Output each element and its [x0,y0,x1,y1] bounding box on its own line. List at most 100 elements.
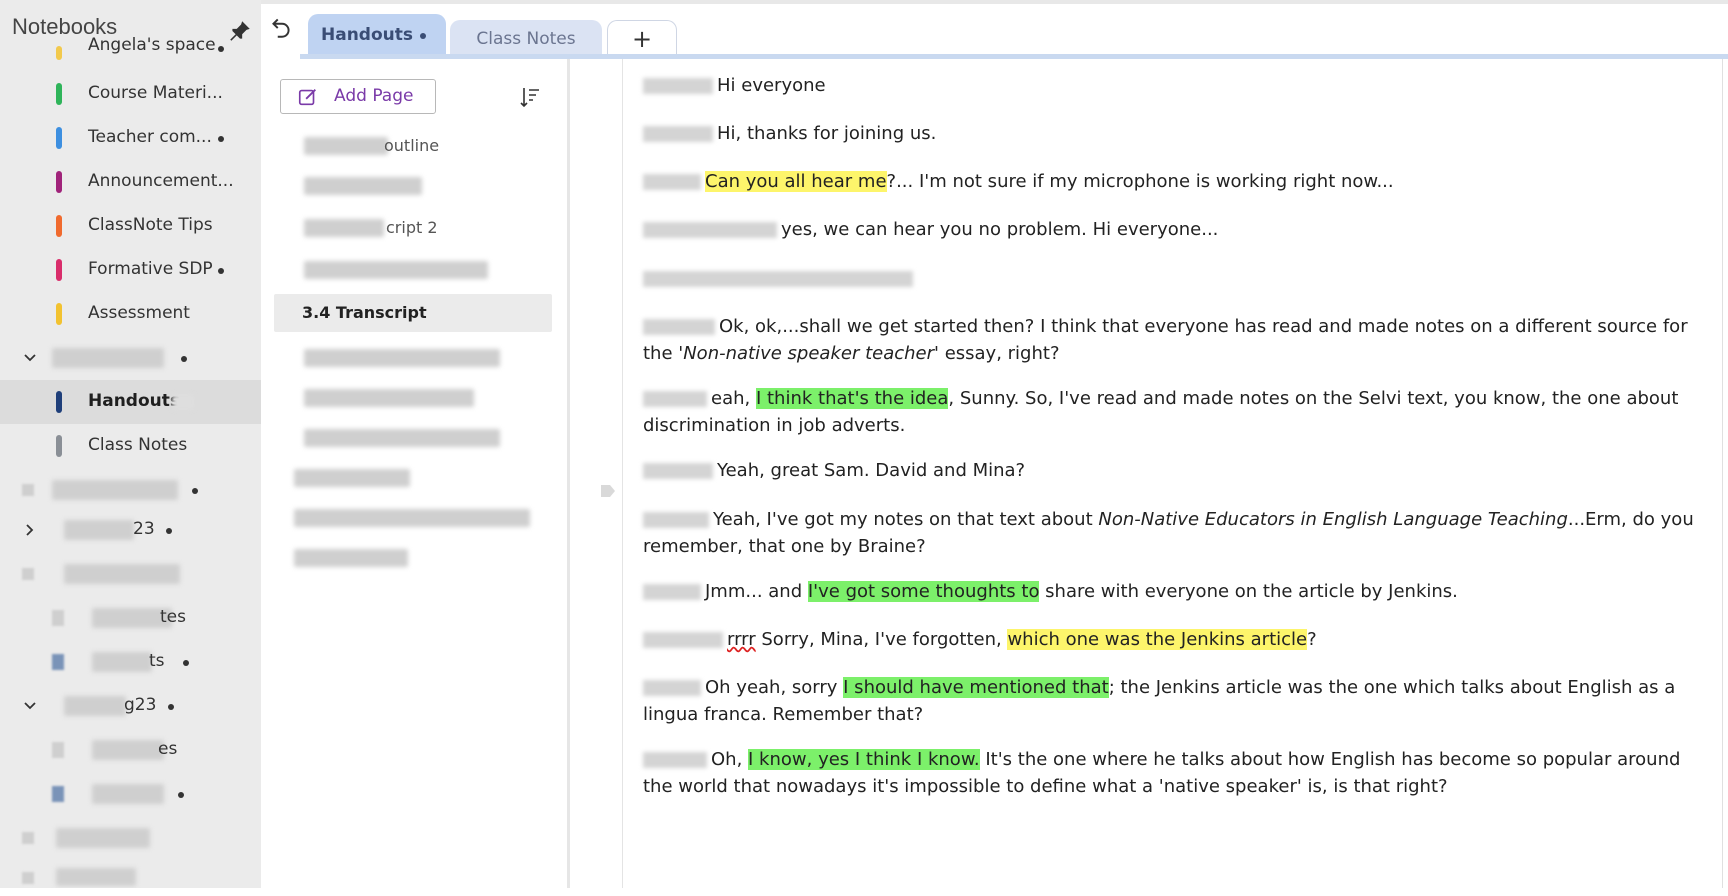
redacted-notebook-name [52,480,178,500]
section-class-notes[interactable]: Class Notes [0,424,261,468]
page-item-redacted-6[interactable] [274,459,552,497]
redacted-page-name [304,177,422,195]
redacted-page-name [304,137,388,155]
section-partial-label: ts [149,651,165,671]
transcript-line[interactable]: Yeah, I've got my notes on that text abo… [643,506,1703,560]
section-redacted-es[interactable]: es [0,728,261,772]
page-label: 3.4 Transcript [302,303,427,322]
highlighted-text: which one was the Jenkins article [1007,629,1308,650]
section-color-tab [52,610,64,626]
section-label: ClassNote Tips [88,215,213,235]
page-item-redacted-4[interactable] [274,379,552,417]
transcript-line[interactable]: Can you all hear me?... I'm not sure if … [643,168,1703,195]
redacted-speaker [643,752,707,768]
page-item-redacted-1[interactable] [274,167,552,205]
transcript-line[interactable]: eah, I think that's the idea, Sunny. So,… [643,385,1703,439]
page-item-3-4-transcript[interactable]: 3.4 Transcript [274,294,552,332]
notebook-redacted-1[interactable] [0,468,261,512]
chevron-right-icon[interactable] [22,522,38,538]
page-item-outline[interactable]: outline [274,127,552,165]
tab-class-notes[interactable]: Class Notes [450,20,602,56]
transcript-line[interactable]: Oh, I know, yes I think I know. It's the… [643,746,1703,800]
page-item-redacted-8[interactable] [274,539,552,577]
line-text: eah, [711,388,756,409]
top-border [261,0,1728,4]
section-redacted-its[interactable]: ts [0,640,261,684]
notebook-redacted-6[interactable] [0,858,261,888]
page-content[interactable]: Hi everyone Hi, thanks for joining us. C… [567,59,1728,888]
redacted-notebook-name [52,348,164,368]
line-text: Yeah, great Sam. David and Mina? [717,460,1026,481]
add-section-button[interactable]: + [607,20,677,57]
redacted-text [172,394,194,410]
paragraph-handle-icon[interactable] [599,482,617,500]
transcript-line[interactable]: Oh yeah, sorry I should have mentioned t… [643,674,1703,728]
section-partial-label: tes [160,607,186,627]
section-teacher-comments[interactable]: Teacher com... [0,116,261,160]
section-label: Class Notes [88,435,188,455]
chevron-down-icon[interactable] [22,350,38,366]
notebook-redacted-5[interactable] [0,816,261,860]
notebook-redacted-3[interactable] [0,552,261,596]
notebook-redacted-4[interactable]: g23 [0,684,261,728]
page-item-transcript-2[interactable]: cript 2 [274,209,552,247]
transcript-line[interactable]: Hi everyone [643,72,1703,99]
tab-handouts[interactable]: Handouts [308,14,446,56]
section-color-tab [52,742,64,758]
line-text: Hi, thanks for joining us. [717,123,937,144]
redacted-text [643,271,913,287]
notebook-group-expanded[interactable] [0,336,261,380]
redacted-speaker [643,126,713,142]
content-margin-line [622,59,623,888]
section-announcements[interactable]: Announcement... [0,160,261,204]
notebook-redacted-2[interactable]: 23 [0,508,261,552]
sort-icon[interactable] [518,85,542,109]
transcript-line[interactable]: Jmm... and I've got some thoughts to sha… [643,578,1703,605]
line-text: Yeah, I've got my notes on that text abo… [713,509,1099,530]
notebook-icon [22,568,34,580]
section-course-materials[interactable]: Course Materi... [0,72,261,116]
section-color-tab [56,215,62,237]
add-page-button[interactable]: Add Page [280,79,436,114]
section-assessment[interactable]: Assessment [0,292,261,336]
transcript-line[interactable]: Ok, ok,...shall we get started then? I t… [643,313,1703,367]
highlighted-text: I should have mentioned that [843,677,1109,698]
undo-icon[interactable] [268,14,294,40]
page-item-redacted-7[interactable] [274,499,552,537]
redacted-section-name [92,784,164,804]
section-label: Formative SDP [88,259,213,279]
section-redacted-6[interactable] [0,772,261,816]
transcript-line[interactable]: Hi, thanks for joining us. [643,120,1703,147]
notebook-partial-label: 23 [133,519,155,539]
line-text: Oh, [711,749,749,770]
transcript-line-redacted[interactable] [643,265,1703,292]
line-text: Oh yeah, sorry [705,677,844,698]
notebook-icon [22,872,34,884]
transcript-line[interactable]: Yeah, great Sam. David and Mina? [643,457,1703,484]
section-label: Announcement... [88,171,234,191]
section-formative-sdp[interactable]: Formative SDP [0,248,261,292]
page-item-redacted-2[interactable] [274,251,552,289]
tab-label: Handouts [321,25,413,45]
redacted-notebook-name [64,564,180,584]
unsynced-dot [168,704,174,710]
redacted-page-name [304,429,500,447]
page-item-redacted-5[interactable] [274,419,552,457]
notebook-icon [22,832,34,844]
page-item-redacted-3[interactable] [274,339,552,377]
section-angelas-space[interactable]: Angela's space [0,30,261,74]
section-classnote-tips[interactable]: ClassNote Tips [0,204,261,248]
transcript-line[interactable]: rrrr Sorry, Mina, I've forgotten, which … [643,626,1703,653]
section-handouts[interactable]: Handouts [0,380,261,424]
unsynced-dot [218,46,224,52]
section-redacted-notes[interactable]: tes [0,596,261,640]
redacted-notebook-name [64,520,134,540]
section-label: Course Materi... [88,83,223,103]
transcript-line[interactable]: yes, we can hear you no problem. Hi ever… [643,216,1703,243]
section-color-tab [56,391,62,413]
page-list-pane: Add Page outline cript 2 3.4 Transcript [261,59,570,888]
section-label: Handouts [88,391,180,411]
chevron-down-icon[interactable] [22,698,38,714]
redacted-speaker [643,319,715,335]
highlighted-text: I know, yes I think I know. [748,749,980,770]
